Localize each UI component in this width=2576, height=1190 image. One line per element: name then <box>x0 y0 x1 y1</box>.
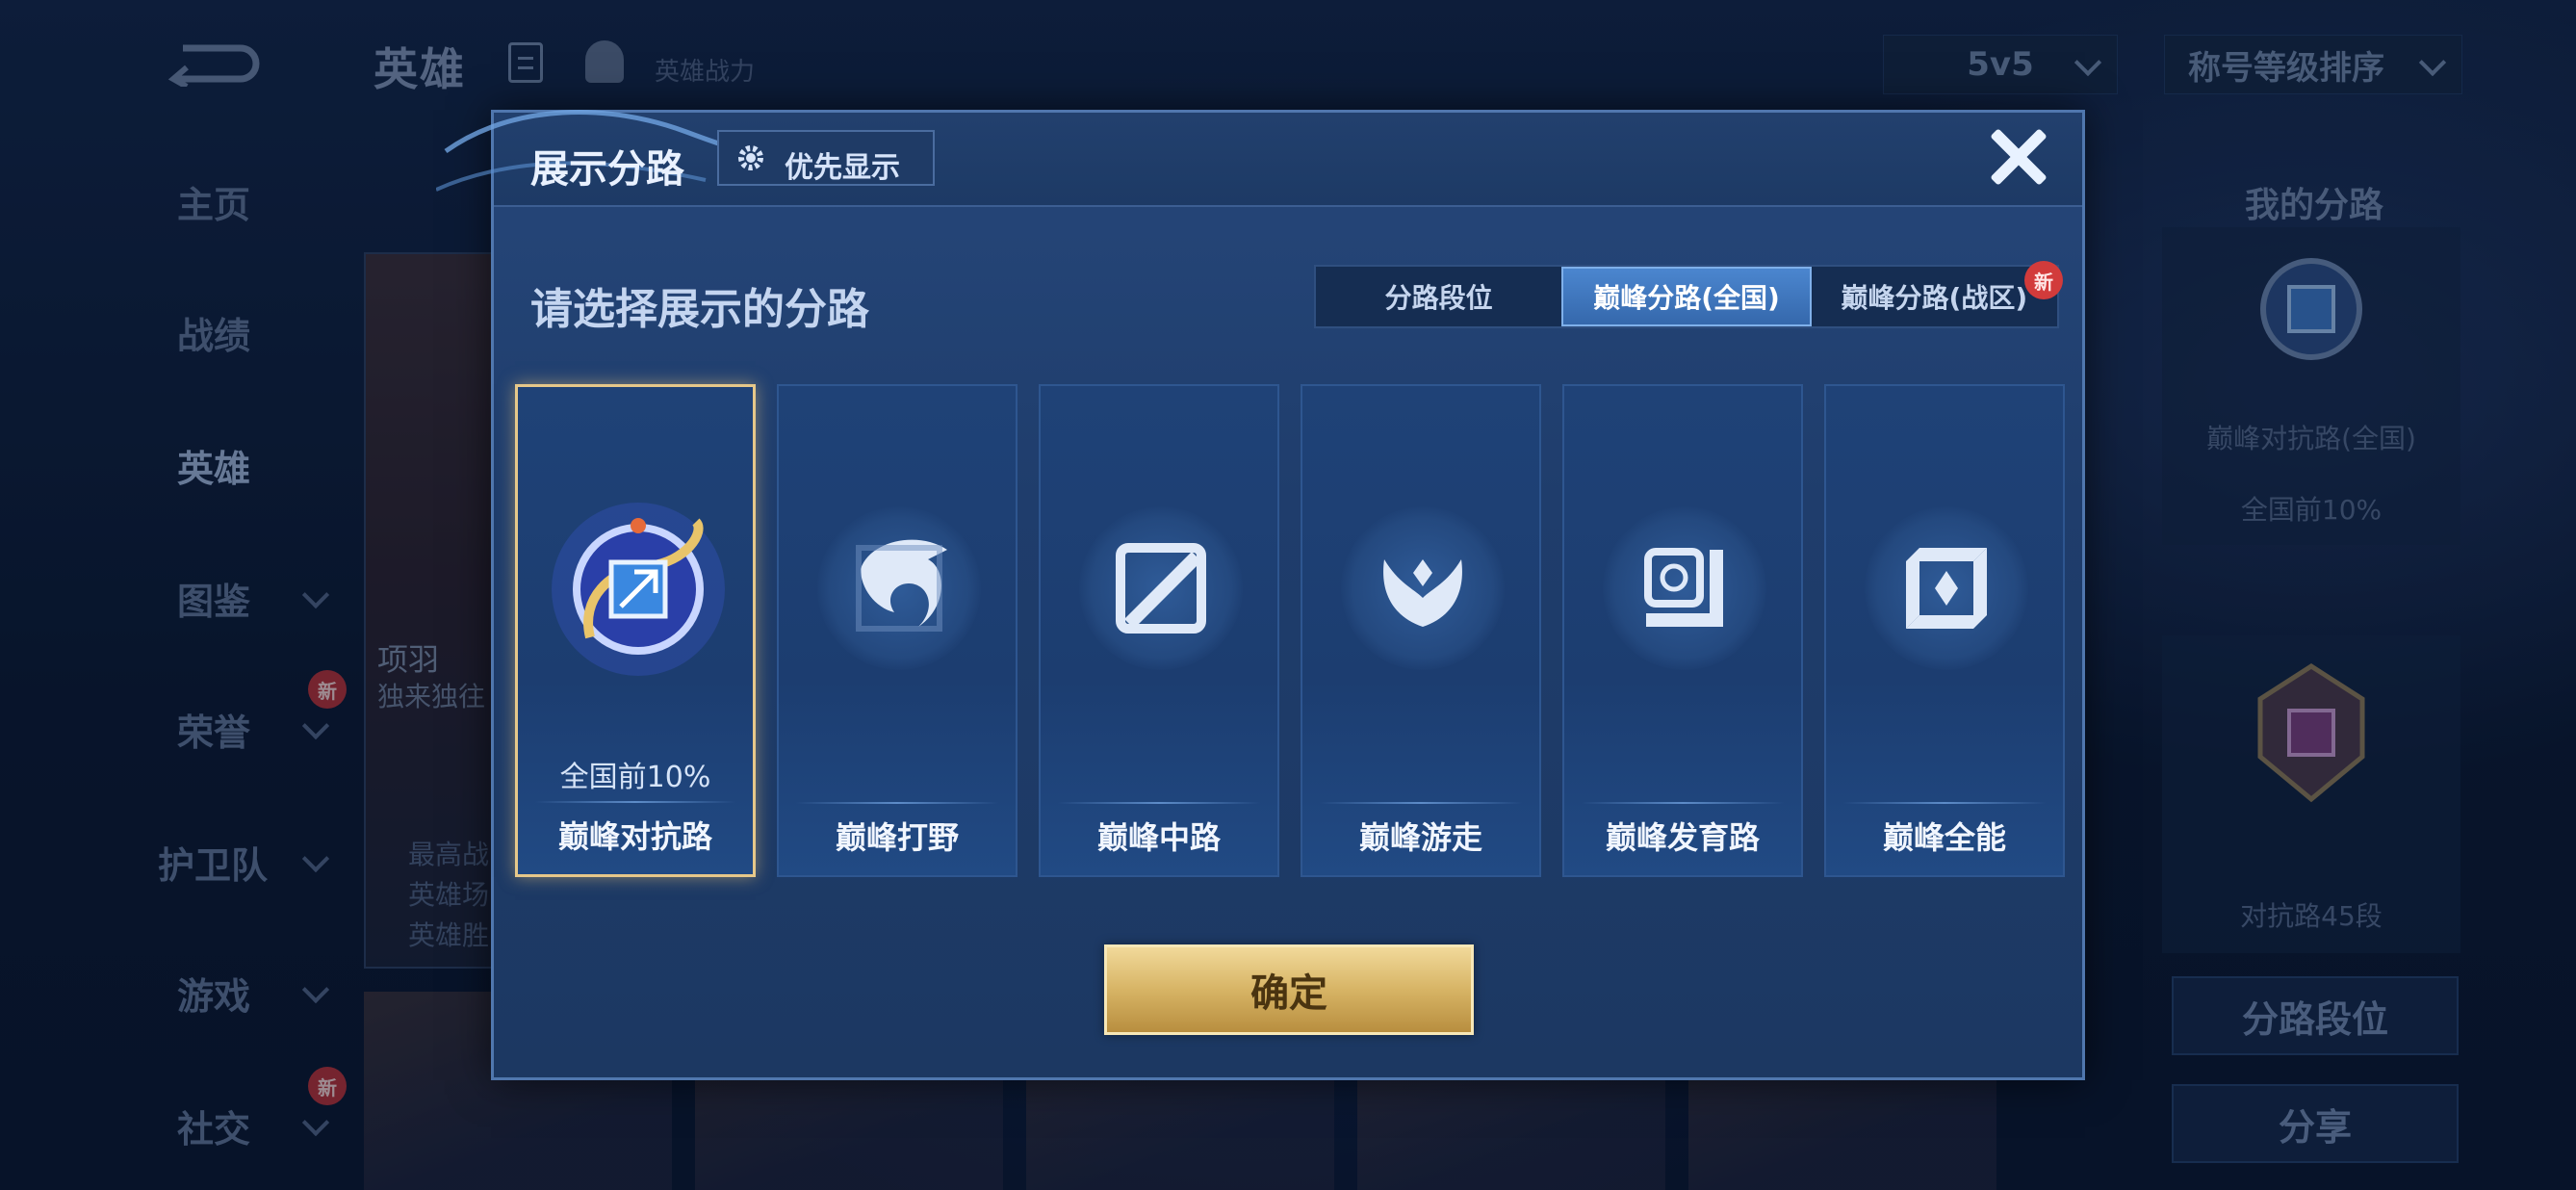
lane-card-list: 全国前10% 巅峰对抗路 巅峰打野 巅峰中路 巅峰游走 巅峰发育路 巅峰全能 <box>515 384 2074 877</box>
lane-label: 巅峰游走 <box>1358 819 1482 856</box>
lane-label: 巅峰中路 <box>1096 819 1221 856</box>
priority-display-button[interactable]: 优先显示 <box>717 130 935 186</box>
lane-card-jungle[interactable]: 巅峰打野 <box>777 384 1018 877</box>
tab-label: 巅峰分路(战区) <box>1841 282 2028 314</box>
dialog-header: 展示分路 优先显示 <box>436 110 2082 207</box>
divider <box>796 802 998 804</box>
lane-card-roam[interactable]: 巅峰游走 <box>1301 384 1541 877</box>
lane-card-clash[interactable]: 全国前10% 巅峰对抗路 <box>515 384 756 877</box>
farm-lane-icon <box>1588 492 1781 685</box>
divider <box>1320 802 1522 804</box>
dialog-title: 展示分路 <box>530 147 684 192</box>
jungle-dragon-icon <box>803 492 995 685</box>
divider <box>1843 802 2046 804</box>
lane-label: 巅峰对抗路 <box>557 818 712 855</box>
gear-icon <box>738 145 763 170</box>
new-badge: 新 <box>2023 261 2063 299</box>
tab-peak-lane-national[interactable]: 巅峰分路(全国) <box>1561 267 1812 326</box>
dialog-subtitle: 请选择展示的分路 <box>530 285 869 334</box>
lane-card-farm[interactable]: 巅峰发育路 <box>1562 384 1803 877</box>
lane-label: 巅峰打野 <box>835 819 959 856</box>
all-round-icon <box>1850 492 2043 685</box>
lane-display-dialog: 展示分路 优先显示 请选择展示的分路 分路段位 巅峰分路(全国) 巅峰分路(战区… <box>436 110 2085 1080</box>
lane-card-all-round[interactable]: 巅峰全能 <box>1824 384 2065 877</box>
divider <box>1582 802 1784 804</box>
tab-lane-rank[interactable]: 分路段位 <box>1316 267 1561 326</box>
lane-label: 巅峰全能 <box>1882 819 2006 856</box>
clash-lane-icon <box>552 503 725 676</box>
divider <box>1058 802 1260 804</box>
tab-label: 巅峰分路(全国) <box>1593 282 1780 314</box>
roam-wings-icon <box>1327 492 1519 685</box>
lane-label: 巅峰发育路 <box>1605 819 1760 856</box>
mid-lane-icon <box>1065 492 1257 685</box>
lane-rank-text: 全国前10% <box>559 761 711 794</box>
lane-card-mid[interactable]: 巅峰中路 <box>1039 384 1279 877</box>
lane-tabs: 分路段位 巅峰分路(全国) 巅峰分路(战区) 新 <box>1314 261 2063 328</box>
close-icon[interactable] <box>1988 126 2049 188</box>
priority-display-label: 优先显示 <box>785 151 900 185</box>
tab-label: 分路段位 <box>1384 282 1493 314</box>
confirm-button[interactable]: 确定 <box>1104 944 1474 1035</box>
tab-peak-lane-region[interactable]: 巅峰分路(战区) 新 <box>1812 261 2063 326</box>
divider <box>535 801 735 803</box>
